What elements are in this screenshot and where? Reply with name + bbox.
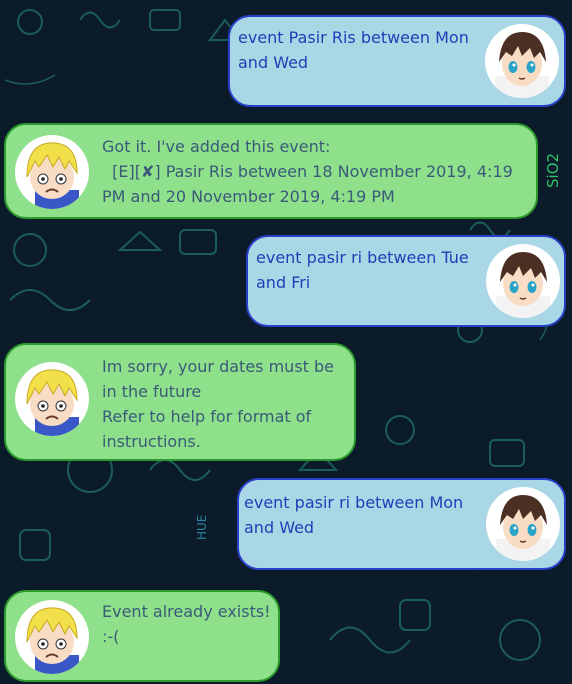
message-text: event Pasir Ris between Mon and Wed	[238, 28, 469, 72]
bot-avatar-icon	[15, 135, 89, 209]
message-text: Event already exists! :-(	[102, 602, 271, 646]
bot-message-bubble: Got it. I've added this event: [E][✘] Pa…	[4, 123, 538, 219]
chat-window: SiO2 HUE event Pasir Ris between Mon and…	[0, 0, 572, 684]
user-avatar-icon	[486, 487, 560, 561]
user-message-bubble: event pasir ri between Tue and Fri	[246, 235, 566, 327]
bot-message-bubble: Event already exists! :-(	[4, 590, 280, 682]
message-text: event pasir ri between Mon and Wed	[244, 493, 464, 537]
user-avatar-icon	[486, 244, 560, 318]
user-avatar-icon	[485, 24, 559, 98]
message-text: Got it. I've added this event: [E][✘] Pa…	[102, 137, 513, 206]
bot-message-bubble: Im sorry, your dates must be in the futu…	[4, 343, 356, 461]
message-text: Im sorry, your dates must be in the futu…	[102, 357, 335, 451]
user-message-bubble: event pasir ri between Mon and Wed	[237, 478, 566, 570]
user-message-bubble: event Pasir Ris between Mon and Wed	[228, 15, 566, 107]
doodle-hue-label: HUE	[195, 515, 209, 540]
bot-avatar-icon	[15, 600, 89, 674]
doodle-sio2-label: SiO2	[544, 153, 562, 188]
message-text: event pasir ri between Tue and Fri	[256, 248, 469, 292]
bot-avatar-icon	[15, 362, 89, 436]
